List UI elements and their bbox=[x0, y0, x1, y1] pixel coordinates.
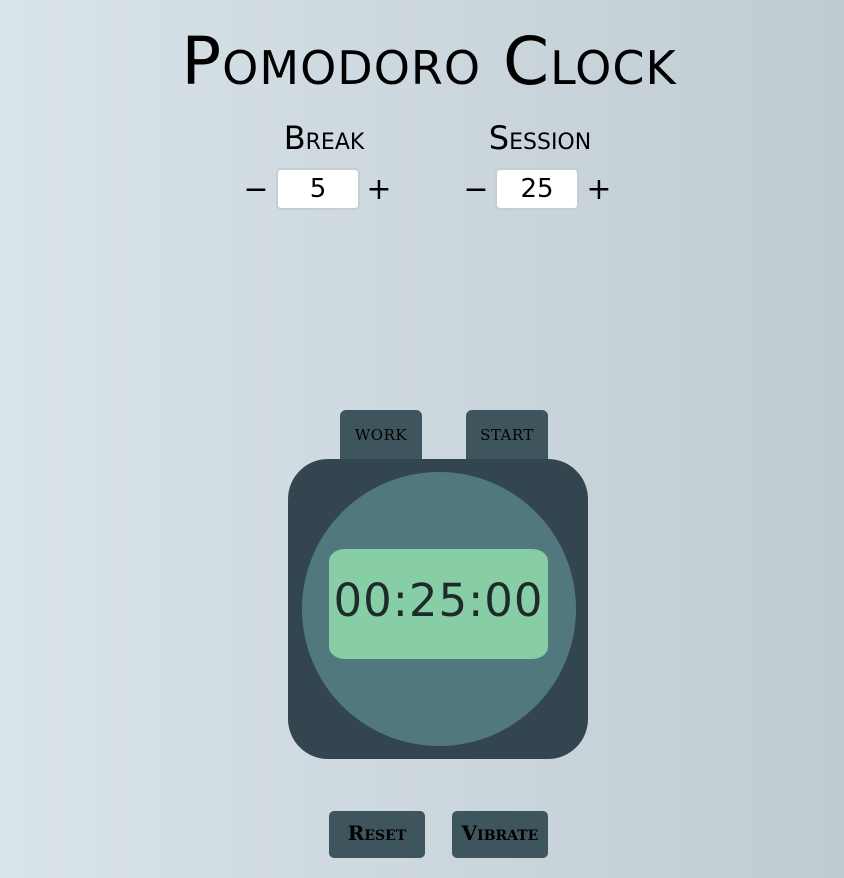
break-label: Break bbox=[283, 119, 365, 157]
session-length-input[interactable]: 25 bbox=[495, 168, 579, 210]
break-decrement-button[interactable]: − bbox=[243, 170, 269, 210]
vibrate-button[interactable]: Vibrate bbox=[452, 811, 548, 858]
reset-button[interactable]: Reset bbox=[329, 811, 425, 858]
timer-display: 00:25:00 bbox=[329, 549, 548, 659]
session-label: Session bbox=[488, 119, 592, 157]
work-mode-button[interactable]: WORK bbox=[340, 410, 422, 460]
start-button[interactable]: START bbox=[466, 410, 548, 460]
break-increment-button[interactable]: + bbox=[366, 170, 392, 210]
session-increment-button[interactable]: + bbox=[586, 170, 612, 210]
page-title: Pomodoro Clock bbox=[181, 23, 677, 100]
break-length-input[interactable]: 5 bbox=[276, 168, 360, 210]
session-decrement-button[interactable]: − bbox=[463, 170, 489, 210]
